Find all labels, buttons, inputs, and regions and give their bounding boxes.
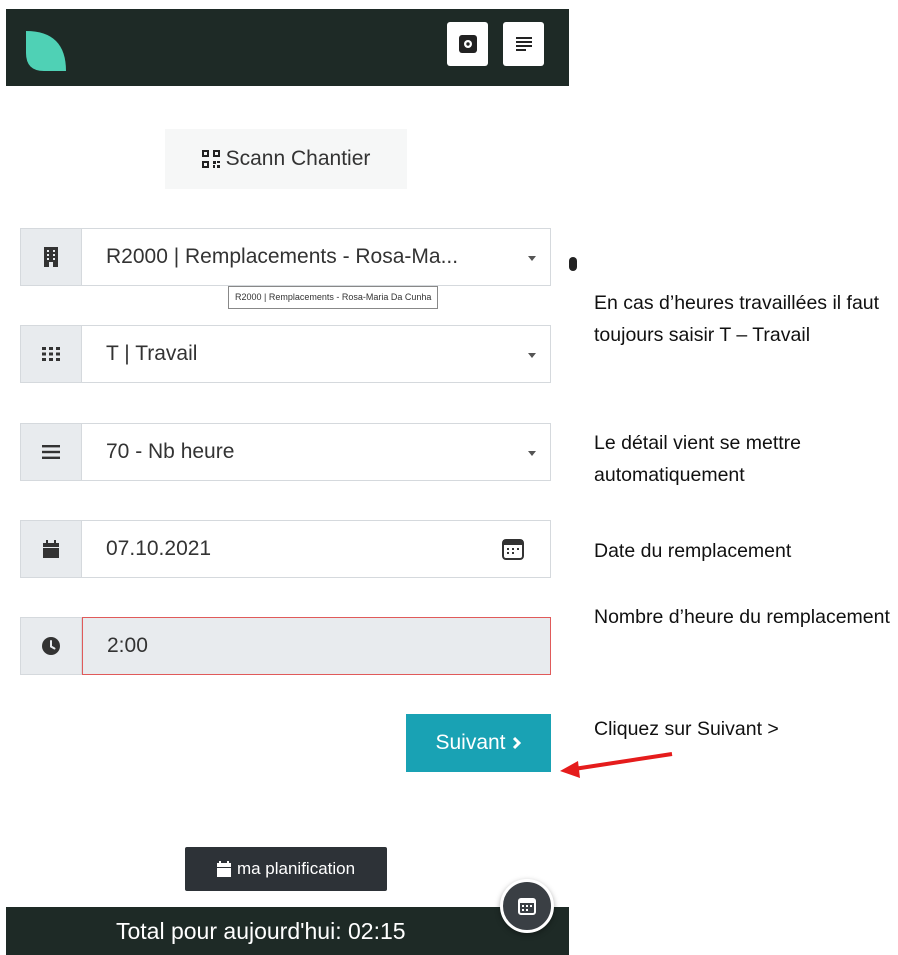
menu-button[interactable] bbox=[503, 22, 544, 66]
chantier-text: R2000 | Remplacements - Rosa-Ma... bbox=[106, 245, 459, 268]
footer-bar: Total pour aujourd'hui: 02:15 bbox=[6, 907, 569, 955]
clock-icon bbox=[42, 637, 60, 655]
bars-icon bbox=[42, 445, 60, 459]
calendar-icon bbox=[216, 861, 231, 877]
grid-icon bbox=[42, 347, 60, 361]
date-field[interactable]: 07.10.2021 bbox=[20, 520, 551, 578]
mobile-app: Scann Chantier R2000 | Remplacements - R… bbox=[6, 9, 577, 955]
gear-icon bbox=[458, 35, 477, 53]
hours-text: 2:00 bbox=[107, 634, 148, 657]
note-date: Date du remplacement bbox=[594, 540, 792, 562]
settings-button[interactable] bbox=[447, 22, 488, 66]
chevron-right-icon bbox=[512, 736, 521, 750]
detail-value[interactable]: 70 - Nb heure bbox=[82, 423, 551, 481]
planning-button[interactable]: ma planification bbox=[185, 847, 387, 891]
chevron-down-icon bbox=[528, 451, 536, 456]
note-detail: Le détail vient se mettre automatiquemen… bbox=[594, 432, 802, 486]
type-select[interactable]: T | Travail bbox=[20, 325, 551, 383]
list-icon bbox=[515, 37, 532, 51]
hours-addon bbox=[20, 617, 82, 675]
chantier-select[interactable]: R2000 | Remplacements - Rosa-Ma... bbox=[20, 228, 551, 286]
note-next: Cliquez sur Suivant > bbox=[594, 718, 779, 740]
note-hours: Nombre d’heure du remplacement bbox=[594, 606, 890, 628]
chevron-down-icon bbox=[528, 353, 536, 358]
date-addon bbox=[20, 520, 82, 578]
next-label: Suivant bbox=[435, 731, 506, 754]
calendar-icon bbox=[518, 898, 536, 915]
hours-field[interactable]: 2:00 bbox=[20, 617, 551, 675]
scan-chantier-button[interactable]: Scann Chantier bbox=[165, 129, 407, 189]
type-text: T | Travail bbox=[106, 342, 198, 365]
red-arrow bbox=[560, 752, 673, 778]
qr-code-icon bbox=[201, 150, 220, 168]
scan-label: Scann Chantier bbox=[225, 147, 371, 170]
calendar-icon bbox=[43, 540, 59, 558]
detail-addon bbox=[20, 423, 82, 481]
date-picker-icon[interactable] bbox=[502, 538, 524, 560]
next-button[interactable]: Suivant bbox=[406, 714, 551, 772]
type-addon bbox=[20, 325, 82, 383]
planning-label: ma planification bbox=[236, 859, 356, 878]
app-logo bbox=[26, 31, 66, 71]
top-bar bbox=[6, 9, 569, 86]
chantier-value[interactable]: R2000 | Remplacements - Rosa-Ma... bbox=[82, 228, 551, 286]
building-icon bbox=[44, 247, 58, 267]
chantier-addon bbox=[20, 228, 82, 286]
detail-select[interactable]: 70 - Nb heure bbox=[20, 423, 551, 481]
type-value[interactable]: T | Travail bbox=[82, 325, 551, 383]
date-text: 07.10.2021 bbox=[106, 537, 212, 560]
hours-input[interactable]: 2:00 bbox=[82, 617, 551, 675]
chevron-down-icon bbox=[528, 256, 536, 261]
note-type: En cas d’heures travaillées il faut touj… bbox=[594, 292, 880, 346]
detail-text: 70 - Nb heure bbox=[106, 440, 235, 463]
date-input[interactable]: 07.10.2021 bbox=[82, 520, 551, 578]
chantier-tooltip: R2000 | Remplacements - Rosa-Maria Da Cu… bbox=[228, 286, 439, 309]
calendar-fab[interactable] bbox=[500, 879, 554, 933]
scroll-handle bbox=[569, 257, 577, 271]
daily-total: Total pour aujourd'hui: 02:15 bbox=[116, 917, 406, 944]
